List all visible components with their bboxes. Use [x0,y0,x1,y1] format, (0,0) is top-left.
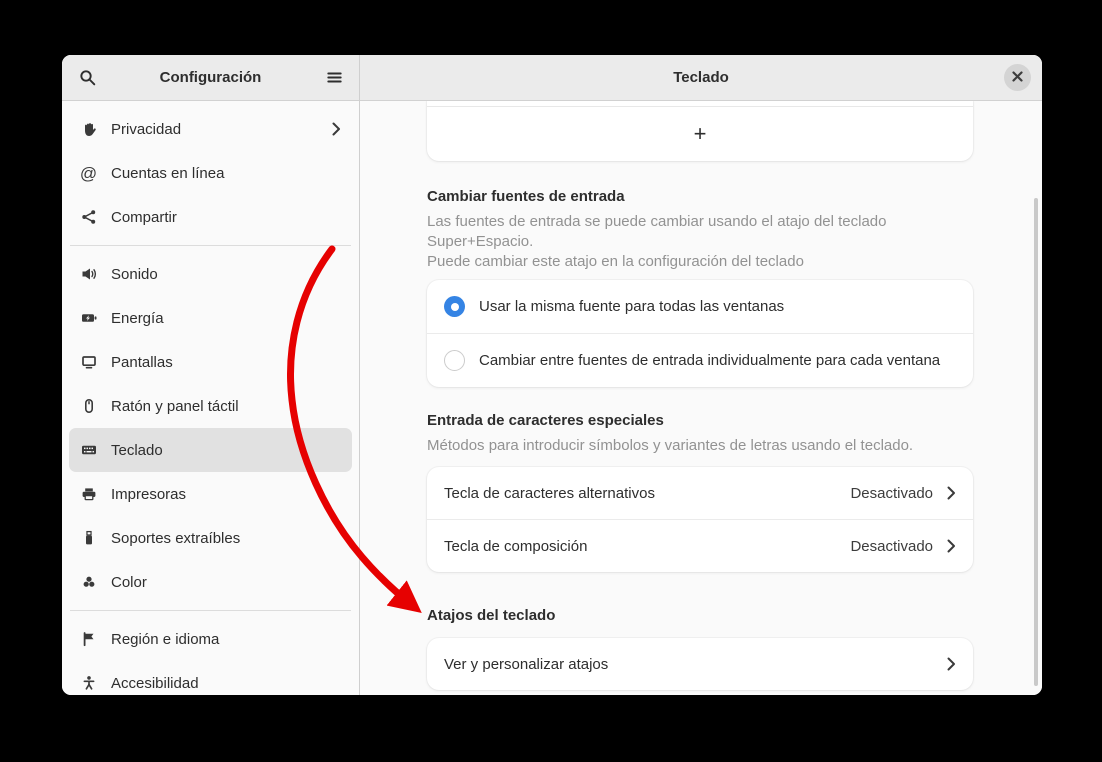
monitor-icon [80,354,97,371]
radio-button-unselected[interactable] [444,350,465,371]
close-button[interactable] [1004,64,1031,91]
sidebar-title: Configuración [98,69,323,86]
sidebar-item-soportes-extraibles[interactable]: Soportes extraíbles [69,516,352,560]
sidebar-item-raton-y-panel-tactil[interactable]: Ratón y panel táctil [69,384,352,428]
usb-icon [80,530,97,547]
sidebar-item-label: Cuentas en línea [111,165,341,182]
section-description-input-switching: Las fuentes de entrada se puede cambiar … [427,212,973,272]
chevron-right-icon [947,486,956,500]
sidebar-item-label: Sonido [111,266,341,283]
sidebar-item-label: Teclado [111,442,341,459]
sidebar-item-label: Soportes extraíbles [111,530,341,547]
main-scroll-area: + Cambiar fuentes de entrada Las fuentes… [360,101,1042,695]
sidebar-item-compartir[interactable]: Compartir [69,195,352,239]
section-heading-input-switching: Cambiar fuentes de entrada [427,188,973,205]
add-input-source-button[interactable]: + [427,107,973,161]
input-switching-card: Usar la misma fuente para todas las vent… [427,280,973,387]
radio-row-per-window[interactable]: Cambiar entre fuentes de entrada individ… [427,334,973,387]
input-sources-card: + [427,101,973,161]
flag-icon [80,631,97,648]
sidebar-item-label: Impresoras [111,486,341,503]
chevron-right-icon [947,657,956,671]
close-icon [1012,69,1023,87]
sidebar-item-label: Región e idioma [111,631,341,648]
sidebar-item-sonido[interactable]: Sonido [69,252,352,296]
sidebar-item-color[interactable]: Color [69,560,352,604]
at-icon: @ [80,165,97,182]
radio-row-same-source[interactable]: Usar la misma fuente para todas las vent… [427,280,973,333]
sidebar-item-label: Privacidad [111,121,318,138]
sidebar-item-label: Ratón y panel táctil [111,398,341,415]
sidebar-item-label: Pantallas [111,354,341,371]
sidebar-header: Configuración [62,55,359,101]
keyboard-icon [80,442,97,459]
keyboard-panel: Teclado + Cambiar fuentes de entrada [360,55,1042,695]
vertical-scrollbar[interactable] [1034,198,1038,686]
main-header: Teclado [360,55,1042,101]
chevron-right-icon [332,122,341,136]
sidebar-item-energia[interactable]: Energía [69,296,352,340]
sidebar-item-label: Color [111,574,341,591]
status-value: Desactivado [850,485,933,502]
sidebar-item-accesibilidad[interactable]: Accesibilidad [69,661,352,695]
plus-icon: + [694,121,707,147]
share-icon [80,209,97,226]
hand-icon [80,121,97,138]
page-title: Teclado [360,69,1042,86]
sidebar-item-label: Energía [111,310,341,327]
section-heading-shortcuts: Atajos del teclado [427,607,973,624]
sidebar-list: Privacidad @ Cuentas en línea Compartir [62,101,359,695]
sidebar-item-privacidad[interactable]: Privacidad [69,107,352,151]
battery-icon [80,310,97,327]
sidebar-item-cuentas-en-linea[interactable]: @ Cuentas en línea [69,151,352,195]
search-icon[interactable] [76,67,98,89]
alternate-characters-key-row[interactable]: Tecla de caracteres alternativos Desacti… [427,467,973,519]
sidebar-separator [70,245,351,246]
settings-window: Configuración Privacidad @ Cuentas en lí… [62,55,1042,695]
sidebar-item-label: Compartir [111,209,341,226]
chevron-right-icon [947,539,956,553]
special-characters-card: Tecla de caracteres alternativos Desacti… [427,467,973,572]
status-value: Desactivado [850,538,933,555]
sidebar-item-pantallas[interactable]: Pantallas [69,340,352,384]
accessibility-icon [80,675,97,692]
sidebar-item-impresoras[interactable]: Impresoras [69,472,352,516]
section-description-special-characters: Métodos para introducir símbolos y varia… [427,436,973,456]
speaker-icon [80,266,97,283]
mouse-icon [80,398,97,415]
sidebar-separator [70,610,351,611]
view-customize-shortcuts-row[interactable]: Ver y personalizar atajos [427,638,973,690]
sidebar-item-region-e-idioma[interactable]: Región e idioma [69,617,352,661]
compose-key-row[interactable]: Tecla de composición Desactivado [427,520,973,572]
printer-icon [80,486,97,503]
section-heading-special-characters: Entrada de caracteres especiales [427,412,973,429]
sidebar-item-label: Accesibilidad [111,675,341,692]
shortcuts-card: Ver y personalizar atajos [427,638,973,690]
radio-button-selected[interactable] [444,296,465,317]
menu-icon[interactable] [323,67,345,89]
color-icon [80,574,97,591]
sidebar: Configuración Privacidad @ Cuentas en lí… [62,55,360,695]
sidebar-item-teclado[interactable]: Teclado [69,428,352,472]
